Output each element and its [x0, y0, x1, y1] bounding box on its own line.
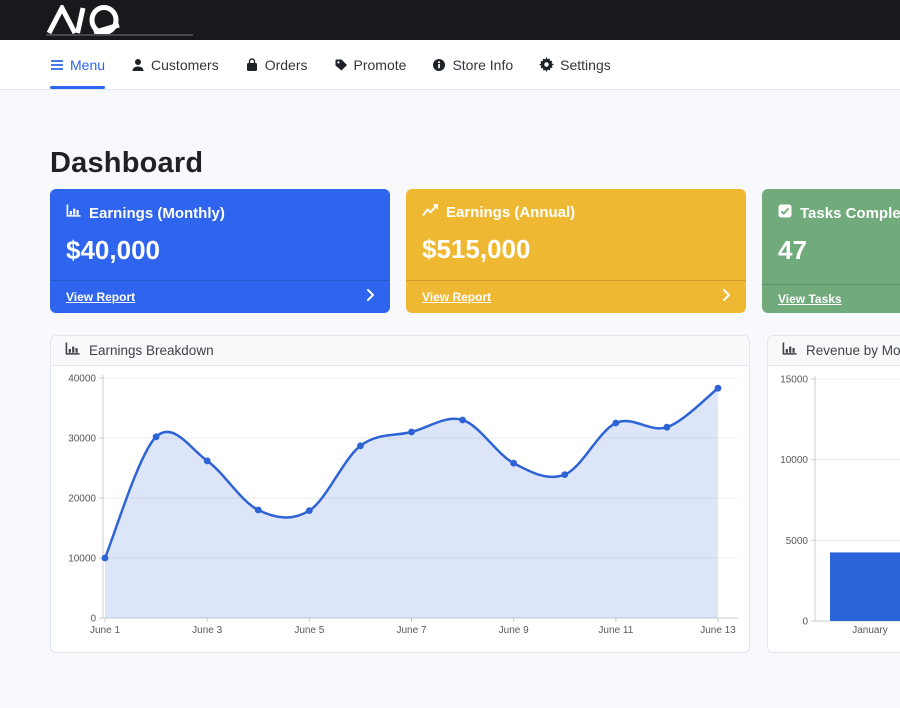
- svg-text:0: 0: [90, 614, 96, 625]
- chart-body: 0 5000 10000 15000 January: [768, 366, 900, 653]
- gear-icon: [539, 57, 554, 72]
- svg-text:10000: 10000: [780, 455, 808, 466]
- check-square-icon: [778, 204, 792, 222]
- card-body: Tasks Completed 47: [762, 189, 900, 284]
- shopping-bag-icon: [245, 58, 259, 72]
- nav-item-label: Menu: [70, 57, 105, 73]
- nav-item-settings[interactable]: Settings: [539, 40, 611, 90]
- nav-item-label: Customers: [151, 57, 219, 73]
- svg-text:January: January: [852, 625, 888, 636]
- card-value: $515,000: [422, 234, 730, 265]
- card-earnings-monthly: Earnings (Monthly) $40,000 View Report: [50, 189, 390, 313]
- chart-card-header: Earnings Breakdown: [51, 336, 749, 366]
- bar-chart-icon: [782, 342, 797, 359]
- svg-text:30000: 30000: [68, 434, 96, 445]
- card-title: Tasks Completed: [800, 205, 900, 222]
- tag-icon: [334, 58, 348, 72]
- chevron-right-icon[interactable]: [723, 288, 730, 306]
- nav-item-promote[interactable]: Promote: [334, 40, 407, 90]
- card-value: $40,000: [66, 235, 374, 266]
- info-icon: [432, 58, 446, 72]
- svg-text:June 5: June 5: [294, 625, 324, 636]
- nav-item-orders[interactable]: Orders: [245, 40, 308, 90]
- user-icon: [131, 58, 145, 72]
- chart-card-header: Revenue by Month: [768, 336, 900, 366]
- logo-underline: [46, 34, 193, 36]
- svg-text:5000: 5000: [786, 536, 809, 547]
- card-earnings-annual: Earnings (Annual) $515,000 View Report: [406, 189, 746, 313]
- svg-text:15000: 15000: [780, 375, 808, 386]
- chart-body: 0 10000 20000 30000 40000 June 1 June 3 June 5 J…: [51, 366, 749, 653]
- nav-item-label: Settings: [560, 57, 611, 73]
- card-title: Earnings (Annual): [446, 204, 575, 221]
- view-tasks-link[interactable]: View Tasks: [778, 292, 842, 306]
- earnings-line-chart: 0 10000 20000 30000 40000 June 1 June 3 June 5 J…: [59, 369, 743, 646]
- chart-title: Revenue by Month: [806, 343, 900, 358]
- card-value: 47: [778, 235, 900, 266]
- svg-text:10000: 10000: [68, 554, 96, 565]
- svg-text:June 1: June 1: [90, 625, 120, 636]
- line-chart-icon: [422, 204, 438, 221]
- svg-text:June 7: June 7: [396, 625, 426, 636]
- bar-chart-icon: [66, 204, 81, 222]
- active-tab-indicator: [50, 86, 105, 89]
- app-logo-icon: [44, 5, 136, 35]
- menu-icon: [50, 59, 64, 71]
- card-body: Earnings (Monthly) $40,000: [50, 189, 390, 280]
- card-body: Earnings (Annual) $515,000: [406, 189, 746, 280]
- svg-text:0: 0: [802, 617, 808, 628]
- svg-text:June 9: June 9: [499, 625, 529, 636]
- svg-text:40000: 40000: [68, 374, 96, 385]
- nav-item-customers[interactable]: Customers: [131, 40, 219, 90]
- nav-item-store-info[interactable]: Store Info: [432, 40, 513, 90]
- card-footer: View Report: [406, 280, 746, 313]
- card-footer: View Tasks: [762, 284, 900, 313]
- revenue-by-month-card: Revenue by Month 0 5000 10000 15000 January: [767, 335, 900, 653]
- charts-row: Earnings Breakdown 0 10000 20000 30000 40000…: [50, 335, 850, 653]
- main-nav: Menu Customers Orders Promote Store Info…: [0, 40, 900, 90]
- kpi-cards-row: Earnings (Monthly) $40,000 View Report E…: [50, 189, 850, 313]
- chart-title: Earnings Breakdown: [89, 343, 214, 358]
- bar-chart-icon: [65, 342, 80, 359]
- view-report-link[interactable]: View Report: [422, 290, 491, 304]
- svg-text:June 13: June 13: [700, 625, 736, 636]
- revenue-bar-chart: 0 5000 10000 15000 January: [776, 369, 900, 646]
- svg-text:20000: 20000: [68, 494, 96, 505]
- nav-item-label: Store Info: [452, 57, 513, 73]
- earnings-breakdown-card: Earnings Breakdown 0 10000 20000 30000 40000…: [50, 335, 750, 653]
- topbar: [0, 0, 900, 40]
- view-report-link[interactable]: View Report: [66, 290, 135, 304]
- card-footer: View Report: [50, 280, 390, 313]
- main-content: Dashboard Earnings (Monthly) $40,000 Vie…: [0, 147, 900, 653]
- chevron-right-icon[interactable]: [367, 288, 374, 306]
- card-title: Earnings (Monthly): [89, 205, 225, 222]
- nav-item-label: Orders: [265, 57, 308, 73]
- nav-item-menu[interactable]: Menu: [50, 40, 105, 90]
- card-tasks-completed: Tasks Completed 47 View Tasks: [762, 189, 900, 313]
- nav-item-label: Promote: [354, 57, 407, 73]
- page-title: Dashboard: [50, 147, 850, 180]
- svg-text:June 11: June 11: [598, 625, 633, 636]
- svg-text:June 3: June 3: [192, 625, 222, 636]
